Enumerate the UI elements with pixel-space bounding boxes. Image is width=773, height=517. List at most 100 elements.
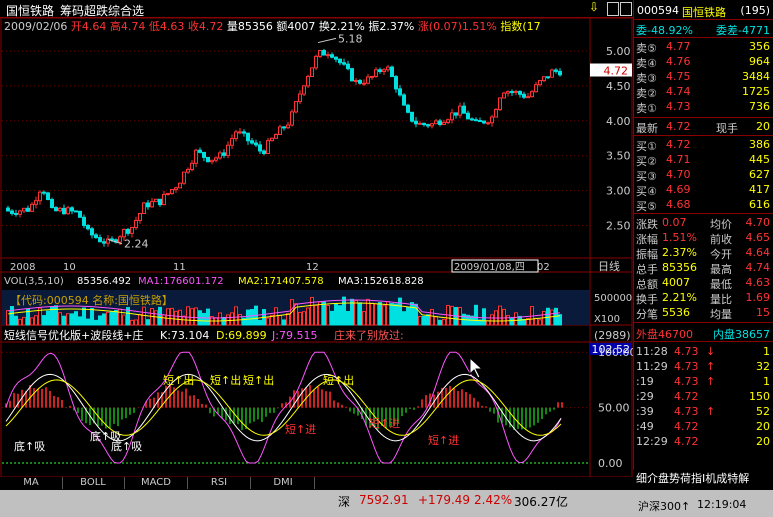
candle-body: [442, 121, 446, 125]
candle-body: [202, 151, 206, 158]
candle-body: [286, 124, 290, 129]
volume-bar: [502, 308, 506, 326]
volume-bar: [394, 303, 398, 326]
volume-bar: [298, 311, 302, 326]
candle-body: [346, 63, 350, 70]
scroll-news[interactable]: 细介盘势荷指I机成特解: [636, 470, 749, 486]
volume-bar: [258, 319, 262, 326]
tab-dmi[interactable]: DMI: [252, 477, 315, 489]
candle-body: [62, 207, 66, 215]
candle-body: [358, 80, 362, 84]
bid-level-row: 买① 4.72 386: [636, 138, 770, 153]
candle: [494, 108, 498, 118]
candle-body: [22, 207, 26, 212]
volume-bar: [418, 316, 422, 326]
index-value: 7592.91: [359, 493, 409, 507]
tab-ma[interactable]: MA: [0, 477, 63, 489]
candle: [478, 117, 482, 123]
candle: [34, 196, 38, 209]
tab-rsi[interactable]: RSI: [188, 477, 251, 489]
candle-body: [410, 111, 414, 122]
candle-body: [210, 159, 214, 163]
volume-bar: [174, 310, 178, 326]
bid-level-row: 买③ 4.70 627: [636, 168, 770, 183]
stat-row: 分笔 5536 均量 15: [636, 306, 770, 321]
candle: [370, 75, 374, 80]
price-tick-label: 2.50: [606, 220, 631, 233]
volume-bar: [42, 315, 46, 326]
hs300-ticker[interactable]: 沪深300↑: [638, 498, 690, 514]
chart-canvas[interactable]: 5.00 4.50 4.00 3.50 3.00 2.50 4.72 2008 10 11 12 20…: [0, 0, 633, 477]
candle: [30, 202, 34, 213]
candle: [62, 204, 66, 215]
ask-level-row: 卖④ 4.76 964: [636, 55, 770, 70]
candle: [350, 67, 354, 82]
candle: [70, 206, 74, 215]
candle-body: [514, 90, 518, 93]
candle: [490, 114, 494, 127]
volume-bar: [538, 319, 542, 326]
volume-header-field: VOL(3,5,10): [4, 276, 64, 287]
candle: [294, 100, 298, 114]
candle-body: [334, 56, 338, 60]
candle: [14, 209, 18, 217]
candle: [178, 182, 182, 189]
candle: [230, 134, 234, 149]
candle: [342, 58, 346, 66]
volume-bar: [10, 306, 14, 326]
candle: [210, 159, 214, 165]
candle: [134, 216, 138, 230]
outer-inner-row: 外盘46700 内盘38657: [636, 328, 770, 341]
candle-body: [438, 120, 442, 125]
candle-body: [534, 84, 538, 93]
candle: [314, 54, 318, 71]
volume-header-field: MA3:152618.828: [338, 276, 424, 287]
candle-body: [226, 144, 230, 156]
candle-body: [198, 149, 202, 153]
volume-bar: [186, 306, 190, 326]
candle-body: [494, 109, 498, 118]
candle-body: [554, 69, 558, 72]
index-change: +179.49: [418, 493, 471, 507]
candle-body: [518, 90, 522, 95]
candle: [498, 97, 502, 111]
tab-macd[interactable]: MACD: [125, 477, 188, 489]
candle-body: [102, 241, 106, 244]
candle: [422, 122, 426, 127]
volume-bar: [94, 319, 98, 326]
candle-body: [278, 126, 282, 136]
current-price-tag: 4.72: [604, 65, 629, 78]
candle: [270, 137, 274, 142]
tick-row: 11:29 4.73 ↑ 32: [636, 360, 770, 373]
candle-body: [42, 191, 46, 194]
candle: [202, 151, 206, 162]
candle-body: [434, 120, 438, 125]
candle: [94, 233, 98, 239]
indicator-tick-label: 0.00: [598, 457, 623, 470]
volume-bar: [50, 307, 54, 326]
wei-bi-row: 委-48.92% 委差-4771: [636, 24, 770, 37]
candle: [322, 48, 326, 56]
candle: [138, 212, 142, 224]
date-tick-label: 2008: [10, 262, 35, 273]
stat-row: 涨跌 0.07 均价 4.70: [636, 216, 770, 231]
tab-boll[interactable]: BOLL: [62, 477, 125, 489]
candle: [346, 60, 350, 71]
volume-bar: [90, 308, 94, 326]
tick-row: 11:28 4.73 ↓ 1: [636, 345, 770, 358]
candle: [222, 149, 226, 159]
candle-body: [426, 124, 430, 127]
candle: [174, 186, 178, 193]
tick-row: :39 4.73 ↑ 52: [636, 405, 770, 418]
volume-bar: [322, 301, 326, 326]
signal-label: 短↑进: [285, 422, 316, 436]
candle-body: [258, 144, 262, 152]
stat-row: 振幅 2.37% 今开 4.64: [636, 246, 770, 261]
candle: [18, 209, 22, 218]
candle: [362, 79, 366, 86]
volume-bar: [118, 308, 122, 326]
candle-body: [374, 69, 378, 77]
signal-label: 短↑出: [243, 373, 274, 387]
volume-bar: [110, 310, 114, 326]
volume-bar: [202, 312, 206, 326]
